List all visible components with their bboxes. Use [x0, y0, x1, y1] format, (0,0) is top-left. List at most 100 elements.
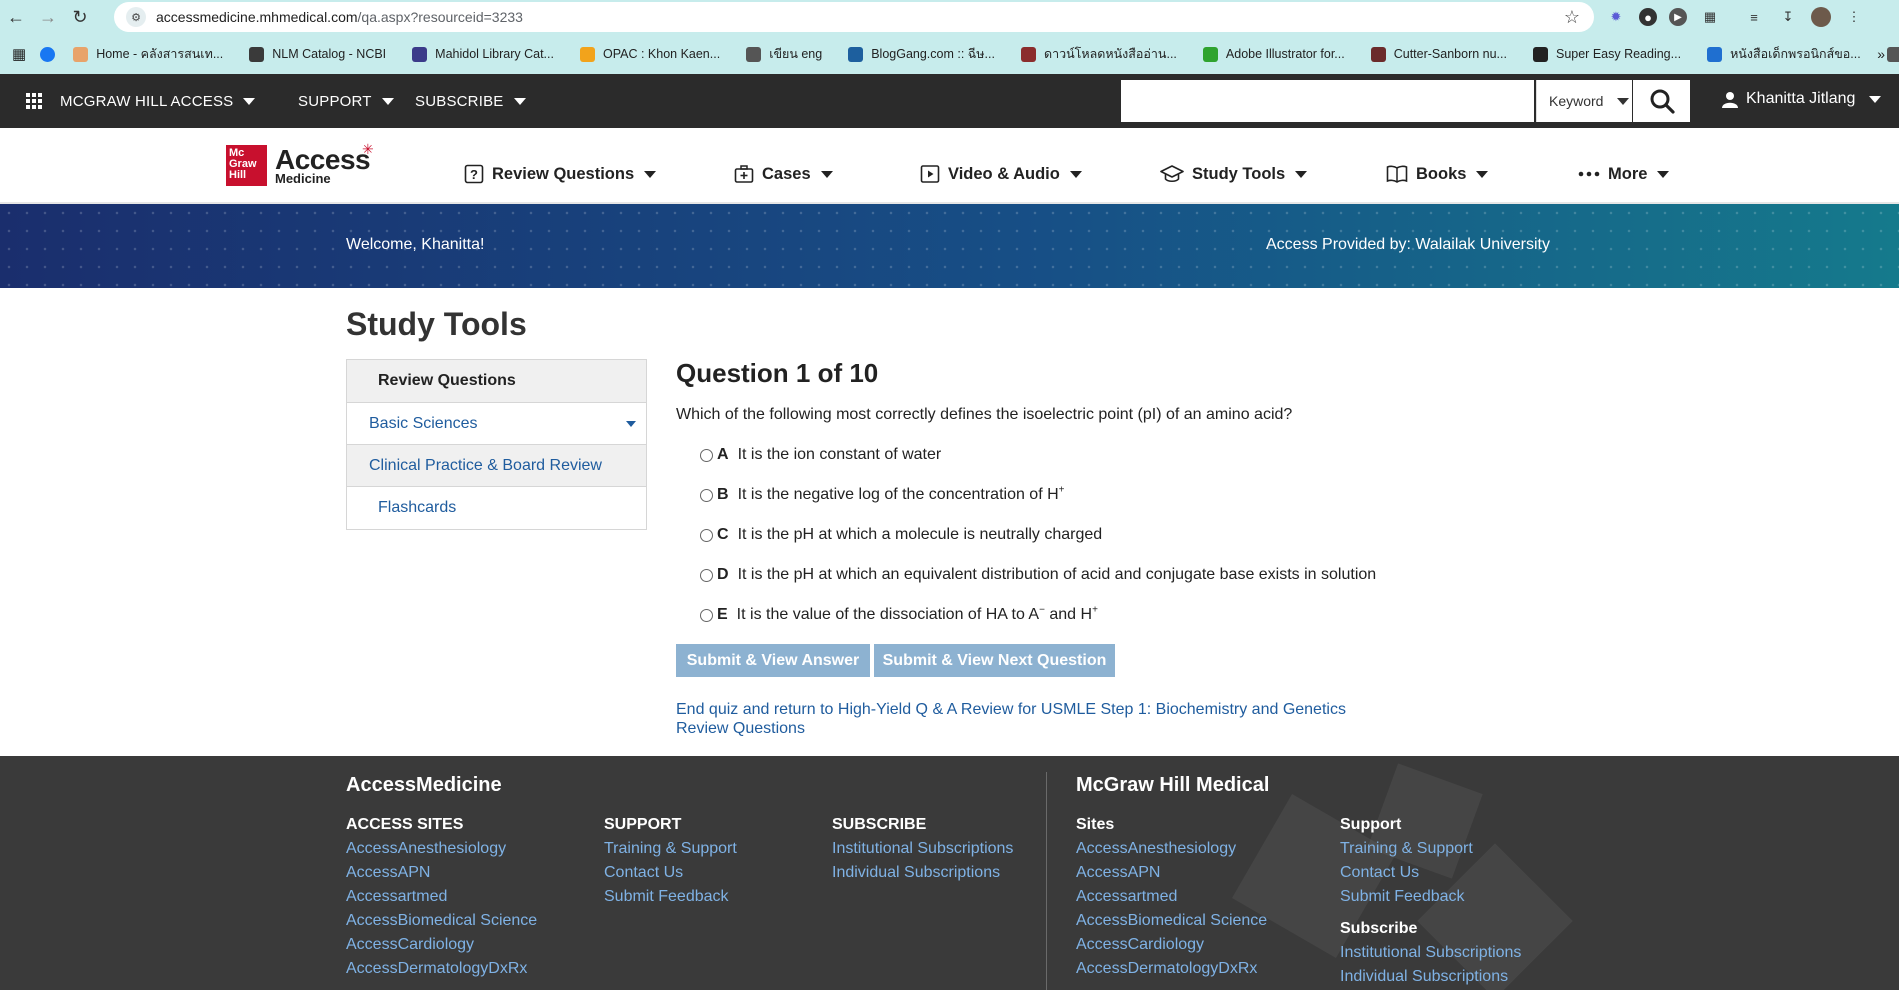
subscribe-menu[interactable]: SUBSCRIBE: [415, 93, 526, 110]
option-text: It is the value of the dissociation of H…: [736, 604, 1098, 623]
end-quiz-link[interactable]: End quiz and return to High-Yield Q & A …: [676, 700, 1396, 738]
bookmark-favicon-icon: [1532, 46, 1548, 62]
nav-more[interactable]: More: [1578, 164, 1670, 184]
bookmark-item[interactable]: พิมพ์ติด: [1886, 44, 1899, 64]
sidebar-item-clinical-practice[interactable]: Clinical Practice & Board Review: [347, 445, 646, 487]
sidebar-header-review-questions[interactable]: Review Questions: [347, 360, 646, 403]
nav-review-questions[interactable]: ? Review Questions: [464, 164, 657, 184]
submit-view-answer-button[interactable]: Submit & View Answer: [676, 644, 870, 677]
support-menu[interactable]: SUPPORT: [298, 93, 394, 110]
facebook-icon[interactable]: [40, 46, 56, 62]
apps-icon[interactable]: ▦: [12, 45, 26, 63]
footer-heading-subscribe-right: Subscribe: [1340, 920, 1418, 937]
bookmark-label: Home - คลังสารสนเท...: [96, 47, 224, 61]
search-input[interactable]: [1121, 80, 1534, 122]
radio-button[interactable]: [700, 448, 713, 462]
page-title: Study Tools: [346, 306, 527, 342]
bookmark-item[interactable]: OPAC : Khon Kaen...: [579, 44, 721, 64]
bookmark-item[interactable]: Adobe Illustrator for...: [1202, 44, 1345, 64]
puzzle-icon[interactable]: ▦: [1699, 6, 1721, 28]
footer-link[interactable]: Contact Us: [1340, 864, 1419, 882]
reading-list-icon[interactable]: ≡: [1743, 6, 1765, 28]
extension-icon[interactable]: ✹: [1605, 6, 1627, 28]
footer-link[interactable]: AccessAPN: [1076, 864, 1160, 882]
footer-link[interactable]: Training & Support: [1340, 840, 1473, 858]
address-bar[interactable]: ⚙ accessmedicine.mhmedical.com/qa.aspx?r…: [114, 2, 1594, 32]
footer-link[interactable]: Accessartmed: [1076, 888, 1177, 906]
footer-link[interactable]: Institutional Subscriptions: [1340, 944, 1521, 962]
answer-option-a[interactable]: A It is the ion constant of water: [700, 446, 941, 464]
footer-link[interactable]: AccessDermatologyDxRx: [1076, 960, 1257, 978]
bookmark-item[interactable]: Mahidol Library Cat...: [412, 44, 554, 64]
answer-option-e[interactable]: E It is the value of the dissociation of…: [700, 604, 1098, 624]
footer-link[interactable]: AccessBiomedical Science: [1076, 912, 1267, 930]
more-bookmarks-icon[interactable]: »: [1877, 46, 1885, 62]
bookmark-item[interactable]: Super Easy Reading...: [1532, 44, 1681, 64]
bookmark-item[interactable]: NLM Catalog - NCBI: [249, 44, 386, 64]
radio-button[interactable]: [700, 568, 713, 582]
profile-avatar[interactable]: [1811, 7, 1831, 27]
search-button[interactable]: [1633, 80, 1690, 122]
search-scope-select[interactable]: Keyword: [1536, 80, 1632, 122]
bookmark-label: NLM Catalog - NCBI: [272, 47, 387, 61]
logo-access-text: Access: [275, 144, 371, 175]
answer-option-b[interactable]: B It is the negative log of the concentr…: [700, 484, 1065, 504]
address-url: accessmedicine.mhmedical.com/qa.aspx?res…: [156, 9, 523, 25]
footer-link[interactable]: Institutional Subscriptions: [832, 840, 1013, 858]
radio-button[interactable]: [700, 528, 713, 542]
answer-option-c[interactable]: C It is the pH at which a molecule is ne…: [700, 526, 1102, 544]
sidebar-item-basic-sciences[interactable]: Basic Sciences: [347, 403, 646, 445]
forward-icon[interactable]: →: [32, 0, 64, 34]
sidebar-item-flashcards[interactable]: Flashcards: [347, 487, 646, 529]
nav-books[interactable]: Books: [1386, 164, 1489, 184]
option-letter: E: [717, 606, 728, 623]
bookmark-star-icon[interactable]: ☆: [1564, 7, 1580, 28]
reload-icon[interactable]: ↻: [64, 0, 96, 34]
bookmark-item[interactable]: หนังสือเด็กพรอนิกส์ขอ...: [1707, 44, 1861, 64]
footer-link[interactable]: Contact Us: [604, 864, 683, 882]
banner-pattern: [0, 204, 1899, 288]
footer-link[interactable]: AccessDermatologyDxRx: [346, 960, 527, 978]
bookmark-item[interactable]: Home - คลังสารสนเท...: [73, 44, 223, 64]
footer-heading-support: SUPPORT: [604, 816, 682, 833]
site-info-icon[interactable]: ⚙: [126, 7, 146, 27]
radio-button[interactable]: [700, 488, 713, 502]
apps-grid-icon[interactable]: [26, 93, 42, 109]
footer-link[interactable]: Accessartmed: [346, 888, 447, 906]
bookmark-item[interactable]: เขียน eng: [746, 44, 822, 64]
accessmedicine-logo[interactable]: Mc Graw Hill Access Medicine ✳: [226, 141, 374, 186]
bookmarks-bar: ▦ Home - คลังสารสนเท... NLM Catalog - NCB…: [0, 34, 1899, 74]
nav-study-tools[interactable]: Study Tools: [1160, 164, 1308, 184]
user-menu[interactable]: Khanitta Jitlang: [1722, 90, 1882, 108]
bookmark-item[interactable]: ดาวน์โหลดหนังสืออ่าน...: [1020, 44, 1177, 64]
footer-link[interactable]: AccessAnesthesiology: [1076, 840, 1236, 858]
footer-link[interactable]: Submit Feedback: [604, 888, 729, 906]
chevron-down-icon: [1476, 170, 1489, 178]
nav-video-audio[interactable]: Video & Audio: [920, 164, 1082, 184]
radio-button[interactable]: [700, 608, 713, 622]
back-icon[interactable]: ←: [0, 0, 32, 34]
extension-icon[interactable]: ●: [1639, 8, 1657, 26]
footer-link[interactable]: AccessAPN: [346, 864, 430, 882]
footer-link[interactable]: AccessCardiology: [346, 936, 474, 954]
mcgraw-hill-access-menu[interactable]: MCGRAW HILL ACCESS: [60, 93, 256, 110]
footer-link[interactable]: AccessAnesthesiology: [346, 840, 506, 858]
footer-link[interactable]: Individual Subscriptions: [832, 864, 1000, 882]
answer-option-d[interactable]: D It is the pH at which an equivalent di…: [700, 566, 1376, 584]
download-icon[interactable]: ↧: [1777, 6, 1799, 28]
bookmark-label: OPAC : Khon Kaen...: [602, 47, 721, 61]
option-text: It is the negative log of the concentrat…: [737, 484, 1065, 503]
footer-link[interactable]: Individual Subscriptions: [1340, 968, 1508, 986]
submit-view-next-question-button[interactable]: Submit & View Next Question: [874, 644, 1115, 677]
footer-link[interactable]: AccessBiomedical Science: [346, 912, 537, 930]
chevron-down-icon: [381, 98, 394, 105]
bookmark-item[interactable]: Cutter-Sanborn nu...: [1370, 44, 1507, 64]
bookmark-item[interactable]: BlogGang.com :: ฉีษ...: [848, 44, 995, 64]
footer-link[interactable]: Submit Feedback: [1340, 888, 1465, 906]
footer-link[interactable]: Training & Support: [604, 840, 737, 858]
footer-link[interactable]: AccessCardiology: [1076, 936, 1204, 954]
extension-icon[interactable]: ▶: [1669, 8, 1687, 26]
chevron-down-icon[interactable]: [626, 421, 636, 427]
menu-icon[interactable]: ⋮: [1843, 6, 1865, 28]
nav-cases[interactable]: Cases: [734, 164, 833, 184]
